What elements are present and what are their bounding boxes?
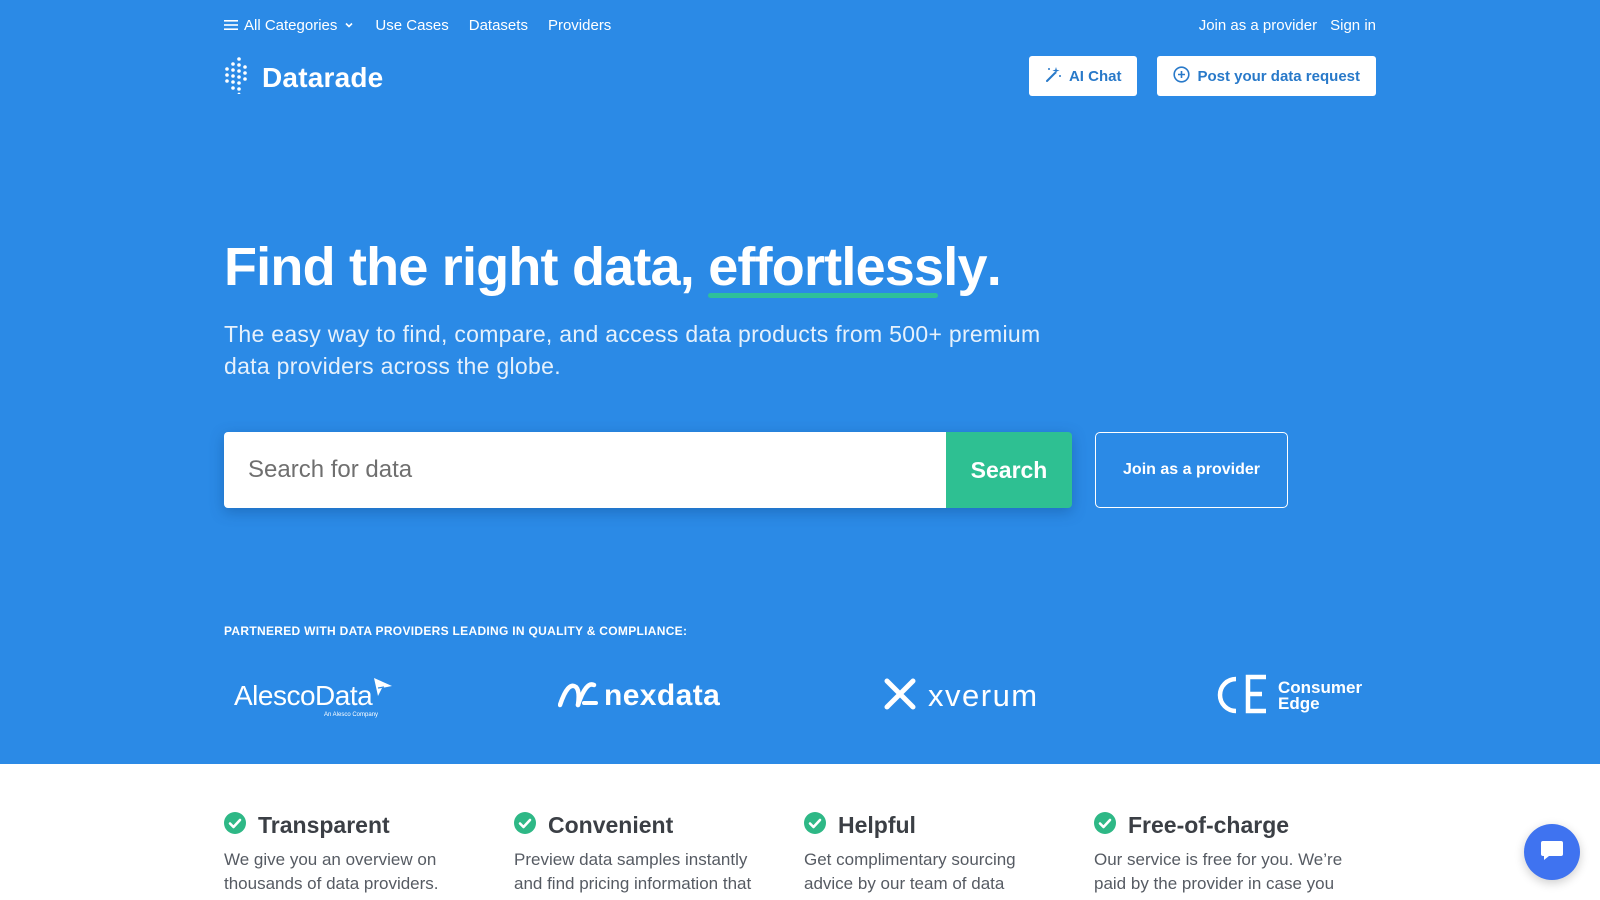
chat-widget-button[interactable] bbox=[1524, 824, 1580, 880]
feature-title: Helpful bbox=[838, 811, 916, 838]
hero-section: All Categories Use Cases Datasets Provid… bbox=[0, 0, 1600, 764]
search-input[interactable] bbox=[224, 432, 946, 508]
partner-logo-alesco: AlescoData An Alesco Company bbox=[234, 672, 394, 720]
all-categories-label: All Categories bbox=[244, 16, 338, 34]
feature-convenient: Convenient Preview data samples instantl… bbox=[514, 810, 804, 896]
nav-join-provider[interactable]: Join as a provider bbox=[1199, 17, 1317, 34]
search-button[interactable]: Search bbox=[946, 432, 1072, 508]
features-section: Transparent We give you an overview on t… bbox=[224, 810, 1384, 896]
check-circle-icon bbox=[1094, 811, 1116, 839]
nav-datasets[interactable]: Datasets bbox=[469, 17, 528, 34]
post-data-request-button[interactable]: Post your data request bbox=[1157, 56, 1376, 96]
all-categories-menu[interactable]: All Categories bbox=[224, 17, 355, 34]
brand-name: Datarade bbox=[262, 61, 384, 93]
feature-helpful: Helpful Get complimentary sourcing advic… bbox=[804, 810, 1094, 896]
xverum-logo-text: xverum bbox=[928, 678, 1039, 713]
check-circle-icon bbox=[224, 811, 246, 839]
plus-circle-icon bbox=[1173, 65, 1191, 87]
headline-prefix: Find the right data, bbox=[224, 237, 709, 297]
ai-chat-button[interactable]: AI Chat bbox=[1028, 56, 1138, 96]
feature-title: Free-of-charge bbox=[1128, 811, 1290, 838]
ai-chat-label: AI Chat bbox=[1068, 67, 1122, 85]
partner-logo-xverum: xverum bbox=[882, 672, 1039, 720]
partners-label: PARTNERED WITH DATA PROVIDERS LEADING IN… bbox=[224, 624, 688, 638]
nexdata-logo-text: nexdata bbox=[604, 679, 721, 712]
consumer-edge-mark-icon bbox=[1214, 673, 1272, 720]
top-nav: All Categories Use Cases Datasets Provid… bbox=[224, 14, 1376, 36]
page-title: Find the right data, effortlessly. bbox=[224, 236, 1002, 298]
nav-sign-in[interactable]: Sign in bbox=[1330, 17, 1376, 34]
search-bar: Search bbox=[224, 432, 1072, 508]
feature-free-of-charge: Free-of-charge Our service is free for y… bbox=[1094, 810, 1384, 896]
datarade-logo-icon bbox=[224, 56, 250, 99]
join-provider-button[interactable]: Join as a provider bbox=[1095, 432, 1288, 508]
brand-logo[interactable]: Datarade bbox=[224, 56, 383, 99]
alesco-bird-icon bbox=[372, 678, 394, 705]
header-actions: AI Chat Post your data request bbox=[1028, 56, 1376, 96]
magic-wand-icon bbox=[1045, 66, 1062, 87]
accent-underline bbox=[708, 293, 939, 298]
partner-logo-nexdata: nexdata bbox=[557, 672, 721, 720]
nav-use-cases[interactable]: Use Cases bbox=[375, 17, 448, 34]
feature-title: Transparent bbox=[258, 811, 390, 838]
nexdata-mark-icon bbox=[557, 679, 600, 714]
headline-suffix: . bbox=[986, 237, 1002, 297]
feature-description: Our service is free for you. We’re paid … bbox=[1094, 850, 1343, 893]
feature-description: Preview data samples instantly and find … bbox=[514, 850, 752, 893]
chat-bubble-icon bbox=[1538, 836, 1566, 869]
menu-icon bbox=[224, 19, 238, 31]
feature-transparent: Transparent We give you an overview on t… bbox=[224, 810, 514, 896]
hero-subtitle: The easy way to find, compare, and acces… bbox=[224, 321, 1041, 379]
check-circle-icon bbox=[514, 811, 536, 839]
nav-providers[interactable]: Providers bbox=[548, 17, 611, 34]
headline-accent: effortlessly bbox=[708, 236, 988, 298]
feature-description: We give you an overview on thousands of … bbox=[224, 850, 439, 893]
alesco-sub-text: An Alesco Company bbox=[324, 712, 379, 718]
consumer-edge-logo-text: Consumer Edge bbox=[1278, 678, 1363, 713]
chevron-down-icon bbox=[343, 19, 355, 31]
feature-title: Convenient bbox=[548, 811, 674, 838]
partner-logo-consumer-edge: Consumer Edge bbox=[1214, 672, 1368, 720]
feature-description: Get complimentary sourcing advice by our… bbox=[804, 850, 1016, 893]
alesco-logo-text: AlescoData bbox=[234, 680, 373, 711]
headline-accent-text: effortlessly bbox=[708, 237, 987, 297]
xverum-mark-icon bbox=[882, 676, 918, 717]
check-circle-icon bbox=[804, 811, 826, 839]
post-request-label: Post your data request bbox=[1197, 67, 1360, 85]
